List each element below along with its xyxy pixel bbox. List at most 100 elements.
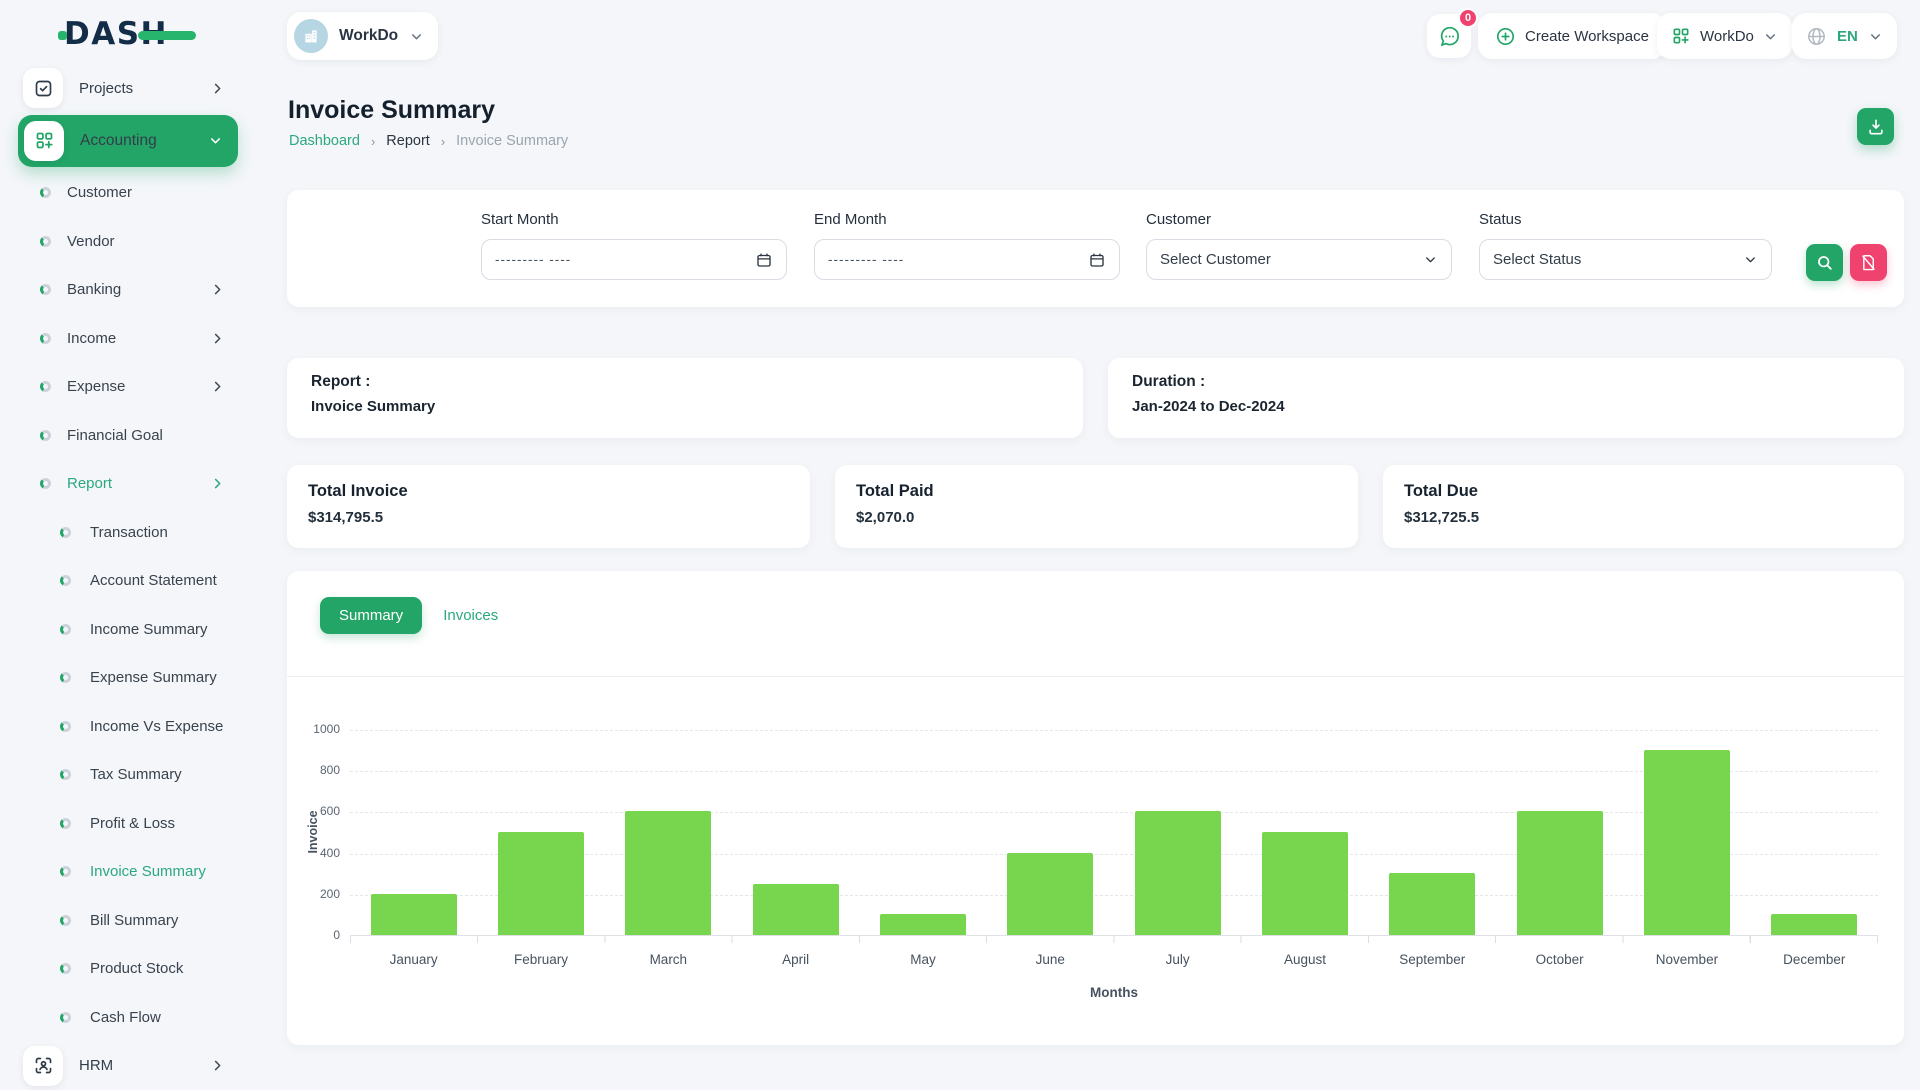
end-month-input[interactable]: --------- ---- <box>814 239 1120 280</box>
bullet-icon <box>60 915 71 926</box>
sidebar-item-label: Invoice Summary <box>90 863 206 880</box>
status-select[interactable]: Select Status <box>1479 239 1772 280</box>
calendar-icon <box>1088 251 1106 269</box>
customer-label: Customer <box>1146 211 1452 228</box>
sidebar-item-report[interactable]: Report <box>0 460 258 509</box>
sidebar-item-banking[interactable]: Banking <box>0 266 258 315</box>
bar-october <box>1517 811 1603 935</box>
duration-info-card: Duration : Jan-2024 to Dec-2024 <box>1108 358 1904 438</box>
total-paid-card: Total Paid $2,070.0 <box>835 465 1358 548</box>
sidebar-item-account-statement[interactable]: Account Statement <box>0 557 258 606</box>
sidebar-item-tax-summary[interactable]: Tax Summary <box>0 751 258 800</box>
sidebar-item-label: Income Summary <box>90 621 208 638</box>
search-icon <box>1815 253 1834 272</box>
tabs-divider <box>287 676 1904 677</box>
sidebar-item-label: Income Vs Expense <box>90 718 223 735</box>
duration-label: Duration : <box>1132 373 1880 391</box>
apply-filter-button[interactable] <box>1806 244 1843 281</box>
sidebar-item-transaction[interactable]: Transaction <box>0 508 258 557</box>
bar-december <box>1771 914 1857 935</box>
report-info-card: Report : Invoice Summary <box>287 358 1083 438</box>
breadcrumb-report[interactable]: Report <box>386 133 430 149</box>
bullet-icon <box>60 624 71 635</box>
x-label: November <box>1623 952 1750 967</box>
sidebar-item-vendor[interactable]: Vendor <box>0 217 258 266</box>
workspace-switcher-button[interactable]: WorkDo <box>1657 13 1792 59</box>
logo-dot <box>58 31 67 40</box>
bar-july <box>1135 811 1221 935</box>
y-tick-label: 400 <box>292 846 340 860</box>
sidebar-item-customer[interactable]: Customer <box>0 169 258 218</box>
tab-summary[interactable]: Summary <box>320 597 422 634</box>
y-tick-label: 0 <box>292 928 340 942</box>
messages-button[interactable]: 0 <box>1427 14 1471 58</box>
bullet-icon <box>60 575 71 586</box>
bullet-icon <box>60 769 71 780</box>
bar-august <box>1262 832 1348 935</box>
bullet-icon <box>60 818 71 829</box>
x-label: January <box>350 952 477 967</box>
sidebar-item-label: Expense Summary <box>90 669 217 686</box>
sidebar-item-financial-goal[interactable]: Financial Goal <box>0 411 258 460</box>
workspace-name: WorkDo <box>339 27 398 45</box>
total-paid-label: Total Paid <box>856 482 1337 501</box>
sidebar-item-expense[interactable]: Expense <box>0 363 258 412</box>
bullet-icon <box>40 284 51 295</box>
status-selected-value: Select Status <box>1493 251 1581 268</box>
sidebar-item-income-summary[interactable]: Income Summary <box>0 605 258 654</box>
bullet-icon <box>40 478 51 489</box>
end-month-label: End Month <box>814 211 1120 228</box>
total-due-card: Total Due $312,725.5 <box>1383 465 1904 548</box>
sidebar-item-expense-summary[interactable]: Expense Summary <box>0 654 258 703</box>
create-workspace-button[interactable]: Create Workspace <box>1478 13 1666 59</box>
workspace-avatar <box>294 19 328 53</box>
bar-column <box>1623 730 1750 935</box>
bar-january <box>371 894 457 935</box>
report-value: Invoice Summary <box>311 398 1059 415</box>
x-label: August <box>1241 952 1368 967</box>
sidebar-item-label: Profit & Loss <box>90 815 175 832</box>
workspace-selector[interactable]: WorkDo <box>287 12 438 60</box>
y-tick-label: 800 <box>292 763 340 777</box>
chevron-down-icon <box>1423 252 1438 267</box>
sidebar-item-profit-loss[interactable]: Profit & Loss <box>0 799 258 848</box>
x-label: April <box>732 952 859 967</box>
y-tick-label: 1000 <box>292 722 340 736</box>
x-label: July <box>1114 952 1241 967</box>
globe-icon <box>1806 26 1827 47</box>
sidebar-item-product-stock[interactable]: Product Stock <box>0 945 258 994</box>
x-label: June <box>987 952 1114 967</box>
x-label: May <box>859 952 986 967</box>
y-tick-label: 600 <box>292 804 340 818</box>
language-selector[interactable]: EN <box>1792 13 1897 59</box>
start-month-input[interactable]: --------- ---- <box>481 239 787 280</box>
bar-april <box>753 884 839 936</box>
sidebar-item-label: Expense <box>67 378 125 395</box>
building-icon <box>302 27 320 45</box>
download-button[interactable] <box>1857 108 1894 145</box>
sidebar-item-accounting[interactable]: Accounting <box>0 113 258 169</box>
sidebar-item-label: Financial Goal <box>67 427 163 444</box>
reset-filter-button[interactable] <box>1850 244 1887 281</box>
customer-select[interactable]: Select Customer <box>1146 239 1452 280</box>
active-pill: Accounting <box>18 115 238 167</box>
calendar-icon <box>755 251 773 269</box>
sidebar-item-income-vs-expense[interactable]: Income Vs Expense <box>0 702 258 751</box>
x-axis-title: Months <box>350 985 1878 1000</box>
tab-invoices[interactable]: Invoices <box>441 597 500 634</box>
file-off-icon <box>1859 253 1878 272</box>
sidebar-items: ProjectsAccountingCustomerVendorBankingI… <box>0 64 258 1090</box>
sidebar-item-invoice-summary[interactable]: Invoice Summary <box>0 848 258 897</box>
breadcrumb-dashboard[interactable]: Dashboard <box>289 133 360 149</box>
sidebar-item-label: Customer <box>67 184 132 201</box>
sidebar-item-income[interactable]: Income <box>0 314 258 363</box>
y-tick-label: 200 <box>292 887 340 901</box>
sidebar-item-projects[interactable]: Projects <box>0 64 258 113</box>
sidebar-item-label: Transaction <box>90 524 168 541</box>
sidebar-item-label: Bill Summary <box>90 912 178 929</box>
sidebar-item-label: Cash Flow <box>90 1009 161 1026</box>
sidebar-item-cash-flow[interactable]: Cash Flow <box>0 993 258 1042</box>
page-title: Invoice Summary <box>288 96 495 125</box>
sidebar-item-hrm[interactable]: HRM <box>0 1042 258 1090</box>
sidebar-item-bill-summary[interactable]: Bill Summary <box>0 896 258 945</box>
